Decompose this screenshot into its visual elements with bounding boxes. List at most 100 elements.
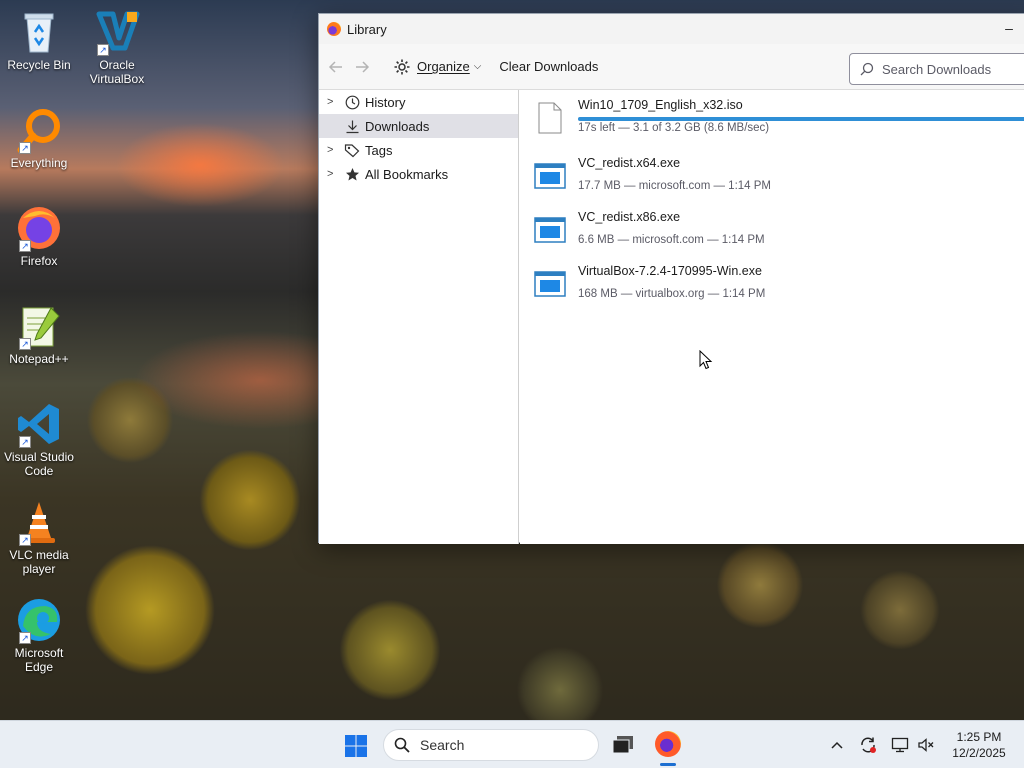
gear-icon	[394, 59, 410, 74]
desktop-icon-label: Microsoft Edge	[14, 646, 64, 674]
desktop-icon-microsoft-edge[interactable]: ↗ Microsoft Edge	[1, 596, 77, 674]
download-progress-bar	[578, 117, 1024, 121]
chevron-right-icon[interactable]: >	[327, 96, 343, 108]
desktop-icon-notepad-plus-plus[interactable]: ↗ Notepad++	[1, 302, 77, 366]
shortcut-arrow-icon: ↗	[19, 142, 31, 154]
exe-icon	[534, 163, 566, 189]
taskbar-search-label: Search	[420, 737, 465, 753]
back-button[interactable]	[323, 54, 349, 80]
shortcut-arrow-icon: ↗	[19, 632, 31, 644]
taskbar-firefox-icon[interactable]	[655, 731, 681, 757]
window-titlebar[interactable]: Library –	[319, 14, 1024, 44]
taskbar-search-box[interactable]: Search	[383, 729, 599, 761]
mouse-cursor-icon	[699, 350, 713, 370]
clear-downloads-button[interactable]: Clear Downloads	[493, 53, 604, 81]
recycle-bin-icon	[15, 8, 63, 56]
clock-time: 1:25 PM	[956, 730, 1002, 744]
task-view-icon[interactable]	[612, 735, 634, 755]
download-name: VC_redist.x64.exe	[578, 156, 681, 170]
download-progress-fill	[578, 117, 1024, 121]
vlc-cone-icon: ↗	[15, 498, 63, 546]
shortcut-arrow-icon: ↗	[19, 240, 31, 252]
desktop-icon-everything[interactable]: ↗ Everything	[1, 106, 77, 170]
magnifier-icon: ↗	[15, 106, 63, 154]
download-status: 168 MB — virtualbox.org — 1:14 PM	[578, 288, 766, 300]
library-sidebar: > History Downloads > Tags > All Bookmar…	[319, 90, 519, 544]
download-item[interactable]: VC_redist.x86.exe 6.6 MB — microsoft.com…	[520, 204, 1024, 258]
desktop-icon-label: Firefox	[20, 254, 58, 268]
chevron-right-icon[interactable]: >	[327, 168, 343, 180]
shortcut-arrow-icon: ↗	[19, 436, 31, 448]
desktop-icon-vlc[interactable]: ↗ VLC media player	[1, 498, 77, 576]
search-icon	[394, 737, 410, 753]
desktop-icon-visual-studio-code[interactable]: ↗ Visual Studio Code	[1, 400, 77, 478]
update-sync-icon[interactable]	[858, 735, 878, 755]
shortcut-arrow-icon: ↗	[97, 44, 109, 56]
desktop-icon-firefox[interactable]: ↗ Firefox	[1, 204, 77, 268]
sidebar-item-history[interactable]: > History	[319, 90, 518, 114]
arrow-left-icon	[328, 60, 342, 73]
download-status: 6.6 MB — microsoft.com — 1:14 PM	[578, 234, 765, 246]
volume-muted-icon[interactable]	[916, 735, 936, 755]
search-downloads-input[interactable]: Search Downloads	[849, 53, 1024, 85]
desktop-icon-label: VLC media player	[9, 548, 69, 576]
sidebar-item-label: Downloads	[365, 118, 430, 134]
sidebar-item-tags[interactable]: > Tags	[319, 138, 518, 162]
tag-icon	[343, 142, 361, 158]
sidebar-item-all-bookmarks[interactable]: > All Bookmarks	[319, 162, 518, 186]
search-icon	[860, 62, 874, 76]
clock-date: 12/2/2025	[952, 746, 1006, 760]
shortcut-arrow-icon: ↗	[19, 338, 31, 350]
arrow-right-icon	[356, 60, 370, 73]
desktop-icon-label: Oracle VirtualBox	[89, 58, 145, 86]
firefox-icon: ↗	[15, 204, 63, 252]
network-icon[interactable]	[890, 735, 910, 755]
desktop-icon-label: Visual Studio Code	[4, 450, 74, 478]
exe-icon	[534, 271, 566, 297]
file-icon	[538, 102, 562, 134]
desktop-icon-label: Recycle Bin	[7, 58, 71, 72]
windows-start-icon[interactable]	[344, 734, 368, 758]
forward-button[interactable]	[349, 54, 375, 80]
desktop-icon-label: Everything	[10, 156, 68, 170]
download-status: 17s left — 3.1 of 3.2 GB (8.6 MB/sec)	[578, 122, 770, 134]
taskbar-clock[interactable]: 1:25 PM 12/2/2025	[944, 729, 1014, 761]
desktop-icon-label: Notepad++	[9, 352, 69, 366]
sidebar-item-downloads[interactable]: Downloads	[319, 114, 518, 138]
organize-button[interactable]: Organize ⌵	[387, 53, 487, 81]
taskbar: Search 1:25 PM 12/2/2025	[0, 720, 1024, 768]
minimize-button[interactable]: –	[999, 20, 1019, 36]
active-app-indicator	[660, 763, 676, 766]
virtualbox-icon: ↗	[93, 8, 141, 56]
download-name: VirtualBox-7.2.4-170995-Win.exe	[578, 264, 762, 278]
downloads-list: Win10_1709_English_x32.iso 17s left — 3.…	[520, 90, 1024, 544]
organize-label: Organize	[417, 59, 470, 74]
sidebar-item-label: History	[365, 94, 406, 110]
search-placeholder: Search Downloads	[882, 61, 992, 77]
clock-icon	[343, 94, 361, 110]
sidebar-item-label: All Bookmarks	[365, 166, 449, 182]
shortcut-arrow-icon: ↗	[19, 534, 31, 546]
star-icon	[343, 166, 361, 182]
desktop-icon-recycle-bin[interactable]: Recycle Bin	[1, 8, 77, 72]
chevron-right-icon[interactable]: >	[327, 144, 343, 156]
vscode-icon: ↗	[15, 400, 63, 448]
sidebar-item-label: Tags	[365, 142, 393, 158]
chevron-down-icon: ⌵	[473, 61, 482, 72]
library-window[interactable]: Library – Organize ⌵ Clear Downloads Sea…	[318, 13, 1024, 544]
exe-icon	[534, 217, 566, 243]
edge-icon: ↗	[15, 596, 63, 644]
download-name: VC_redist.x86.exe	[578, 210, 681, 224]
download-item[interactable]: VC_redist.x64.exe 17.7 MB — microsoft.co…	[520, 150, 1024, 204]
download-name: Win10_1709_English_x32.iso	[578, 98, 743, 112]
library-toolbar: Organize ⌵ Clear Downloads Search Downlo…	[319, 44, 1024, 90]
window-title: Library	[347, 21, 387, 37]
firefox-icon	[327, 22, 341, 36]
download-status: 17.7 MB — microsoft.com — 1:14 PM	[578, 180, 772, 192]
download-item[interactable]: VirtualBox-7.2.4-170995-Win.exe 168 MB —…	[520, 258, 1024, 312]
notepad-plus-plus-icon: ↗	[15, 302, 63, 350]
download-icon	[343, 118, 361, 134]
download-item[interactable]: Win10_1709_English_x32.iso 17s left — 3.…	[520, 92, 1024, 146]
chevron-up-icon[interactable]	[827, 735, 847, 755]
desktop-icon-oracle-virtualbox[interactable]: ↗ Oracle VirtualBox	[79, 8, 155, 86]
